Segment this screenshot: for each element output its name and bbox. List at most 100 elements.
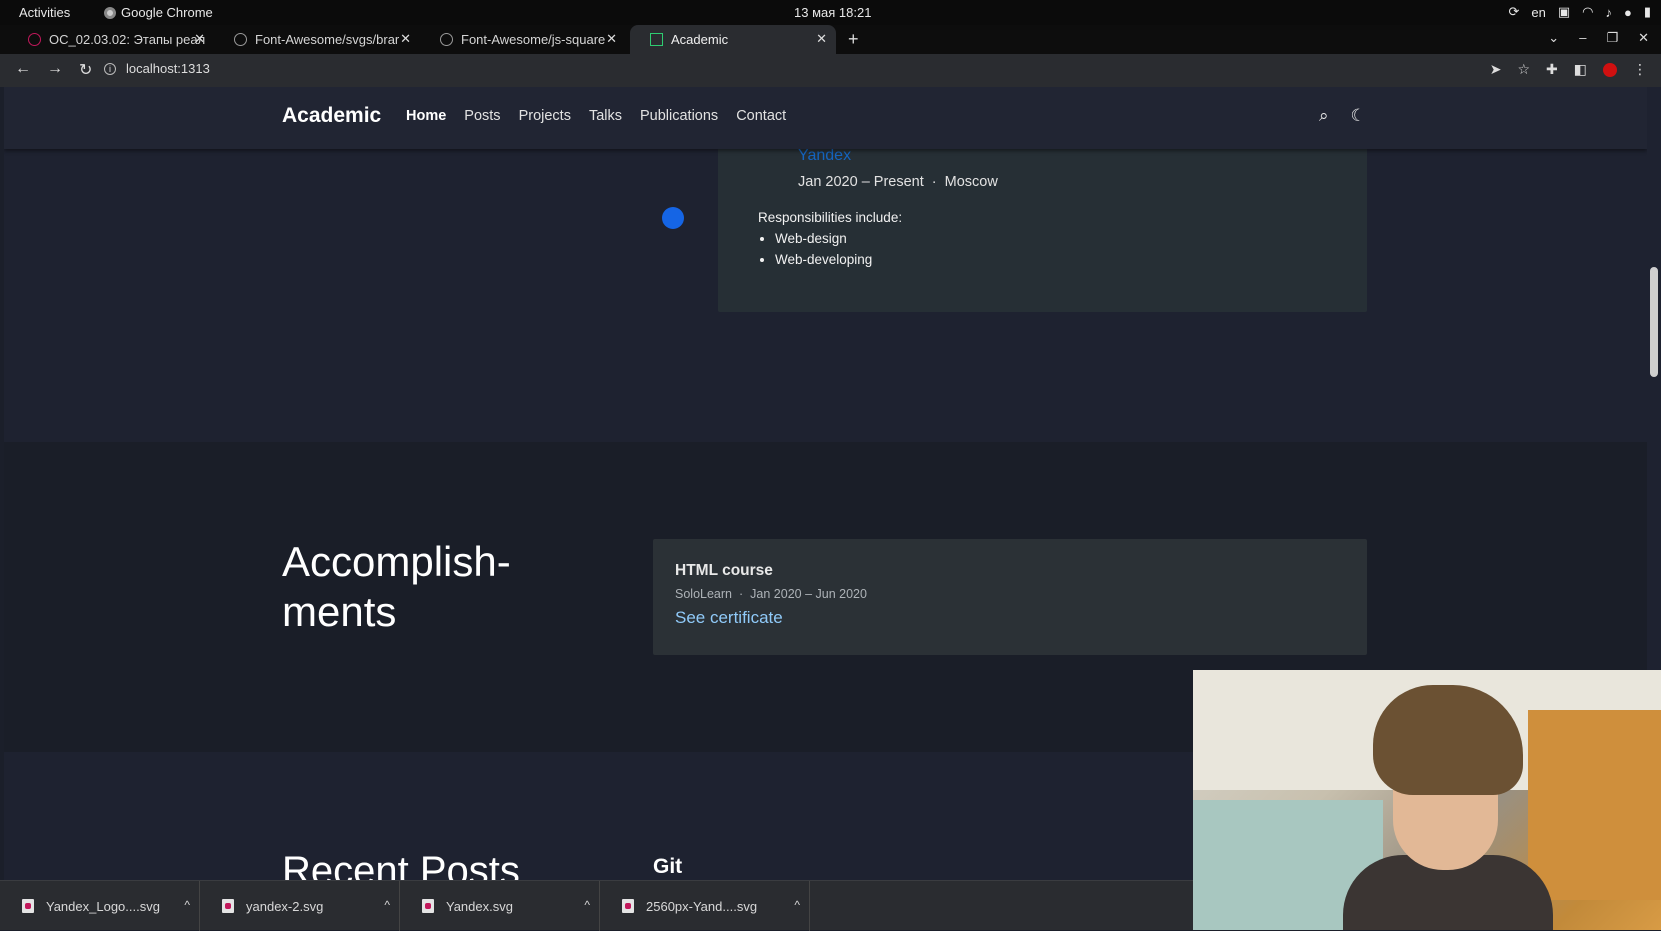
notification-icon[interactable]: ▣ — [1558, 4, 1570, 20]
close-tab-icon[interactable]: ✕ — [606, 31, 617, 47]
close-window-icon[interactable]: ✕ — [1638, 30, 1649, 46]
reload-icon[interactable]: ↻ — [79, 60, 92, 80]
see-certificate-link[interactable]: See certificate — [675, 608, 783, 628]
svg-file-icon — [422, 899, 434, 913]
experience-card: Yandex Jan 2020 – Present · Moscow Respo… — [718, 147, 1367, 312]
activities-button[interactable]: Activities — [19, 5, 70, 20]
download-filename: yandex-2.svg — [246, 898, 324, 914]
language-indicator[interactable]: en — [1531, 5, 1545, 20]
svg-file-icon — [622, 899, 634, 913]
extensions-icon[interactable]: ✚ — [1546, 61, 1558, 78]
menu-contact[interactable]: Contact — [736, 108, 786, 124]
back-icon[interactable]: ← — [15, 60, 31, 80]
bookmark-star-icon[interactable]: ☆ — [1517, 61, 1530, 78]
nav-buttons: ← → ↻ — [15, 60, 92, 80]
tab-title: ОС_02.03.02: Этапы реал — [49, 32, 206, 47]
tab-academic[interactable]: Academic ✕ — [630, 25, 836, 54]
title-line-1: Accomplish- — [282, 538, 511, 585]
svg-file-icon — [22, 899, 34, 913]
person-hair — [1373, 685, 1523, 795]
tab-search-icon[interactable]: ⌄ — [1548, 30, 1559, 46]
github-icon — [440, 33, 453, 46]
site-brand[interactable]: Academic — [282, 104, 381, 128]
search-icon[interactable]: ⌕ — [1319, 106, 1329, 126]
url-text: localhost:1313 — [126, 61, 210, 76]
experience-dates: Jan 2020 – Present — [798, 174, 924, 190]
forward-icon[interactable]: → — [47, 60, 63, 80]
webcam-background-cabinet — [1528, 710, 1661, 900]
side-panel-icon[interactable]: ◧ — [1574, 61, 1587, 78]
download-item[interactable]: yandex-2.svg ^ — [200, 881, 400, 931]
timeline-dot — [662, 207, 684, 229]
menu-talks[interactable]: Talks — [589, 108, 622, 124]
chevron-up-icon[interactable]: ^ — [794, 898, 800, 912]
menu-home[interactable]: Home — [406, 108, 446, 124]
chrome-icon — [104, 6, 116, 19]
sync-icon[interactable]: ⟳ — [1508, 4, 1519, 20]
scrollbar-thumb[interactable] — [1650, 267, 1658, 377]
academic-favicon-icon — [650, 33, 663, 46]
window-controls: ⌄ – ❐ ✕ — [1548, 30, 1649, 46]
tab-1[interactable]: ОС_02.03.02: Этапы реал ✕ — [8, 25, 214, 54]
restore-icon[interactable]: ❐ — [1606, 30, 1618, 46]
new-tab-button[interactable]: + — [848, 29, 859, 50]
experience-company[interactable]: Yandex — [798, 147, 851, 165]
responsibilities-label: Responsibilities include: — [758, 210, 903, 225]
tab-title: Font-Awesome/svgs/brar — [255, 32, 400, 47]
system-tray: ⟳ en ▣ ◠ ♪ ● ▮ — [1508, 4, 1651, 20]
menu-kebab-icon[interactable]: ⋮ — [1633, 61, 1647, 78]
moon-icon[interactable]: ☾ — [1351, 106, 1366, 126]
chevron-up-icon[interactable]: ^ — [384, 898, 390, 912]
download-item[interactable]: 2560px-Yand....svg ^ — [600, 881, 810, 931]
battery-icon[interactable]: ▮ — [1644, 4, 1651, 20]
accomplishments-title: Accomplish- ments — [282, 537, 511, 637]
accomplishment-dates: Jan 2020 – Jun 2020 — [750, 587, 867, 601]
meta-separator: · — [739, 587, 744, 601]
site-navbar: Academic Home Posts Projects Talks Publi… — [4, 87, 1647, 149]
send-icon[interactable]: ➤ — [1490, 61, 1502, 78]
app-menu[interactable]: Google Chrome — [104, 5, 213, 20]
menu-publications[interactable]: Publications — [640, 108, 718, 124]
post-title[interactable]: Git — [653, 855, 682, 879]
download-filename: Yandex_Logo....svg — [46, 898, 160, 914]
download-item[interactable]: Yandex.svg ^ — [400, 881, 600, 931]
record-icon[interactable] — [1603, 62, 1617, 77]
site-info-icon[interactable]: i — [104, 62, 116, 75]
menu-posts[interactable]: Posts — [464, 108, 500, 124]
github-icon — [234, 33, 247, 46]
webcam-overlay — [1193, 670, 1661, 930]
tab-2[interactable]: Font-Awesome/svgs/brar ✕ — [214, 25, 420, 54]
accomplishment-name: HTML course — [675, 562, 773, 579]
address-bar: ← → ↻ i localhost:1313 ➤ ☆ ✚ ◧ ⋮ — [0, 54, 1661, 87]
system-top-bar: Activities Google Chrome 13 мая 18:21 ⟳ … — [0, 0, 1661, 25]
download-item[interactable]: Yandex_Logo....svg ^ — [0, 881, 200, 931]
menu-projects[interactable]: Projects — [519, 108, 571, 124]
wifi-icon[interactable]: ◠ — [1582, 4, 1593, 20]
accomplishment-card: HTML course SoloLearn · Jan 2020 – Jun 2… — [653, 539, 1367, 655]
volume-icon[interactable]: ♪ — [1605, 5, 1612, 20]
close-tab-icon[interactable]: ✕ — [816, 31, 827, 47]
site-menu: Home Posts Projects Talks Publications C… — [406, 108, 786, 124]
experience-meta: Jan 2020 – Present · Moscow — [798, 174, 998, 190]
responsibilities-list: Web-design Web-developing — [775, 231, 872, 273]
minimize-icon[interactable]: – — [1579, 30, 1586, 46]
tab-favicon-icon — [28, 33, 41, 46]
url-field[interactable]: i localhost:1313 — [104, 61, 210, 76]
close-tab-icon[interactable]: ✕ — [194, 31, 205, 47]
close-tab-icon[interactable]: ✕ — [400, 31, 411, 47]
accomplishment-meta: SoloLearn · Jan 2020 – Jun 2020 — [675, 587, 867, 601]
svg-file-icon — [222, 899, 234, 913]
accomplishment-organization: SoloLearn — [675, 587, 732, 601]
tab-3[interactable]: Font-Awesome/js-square ✕ — [420, 25, 626, 54]
navbar-icons: ⌕ ☾ — [1319, 106, 1366, 126]
list-item: Web-design — [775, 231, 872, 246]
download-filename: 2560px-Yand....svg — [646, 898, 758, 914]
system-clock[interactable]: 13 мая 18:21 — [794, 5, 871, 20]
chevron-up-icon[interactable]: ^ — [584, 898, 590, 912]
tab-title: Font-Awesome/js-square — [461, 32, 606, 47]
microphone-icon[interactable]: ● — [1624, 5, 1632, 20]
chevron-up-icon[interactable]: ^ — [184, 898, 190, 912]
tab-strip: ОС_02.03.02: Этапы реал ✕ Font-Awesome/s… — [0, 25, 1661, 54]
meta-separator: · — [931, 174, 937, 190]
recent-posts-title: Recent Posts — [282, 849, 520, 880]
